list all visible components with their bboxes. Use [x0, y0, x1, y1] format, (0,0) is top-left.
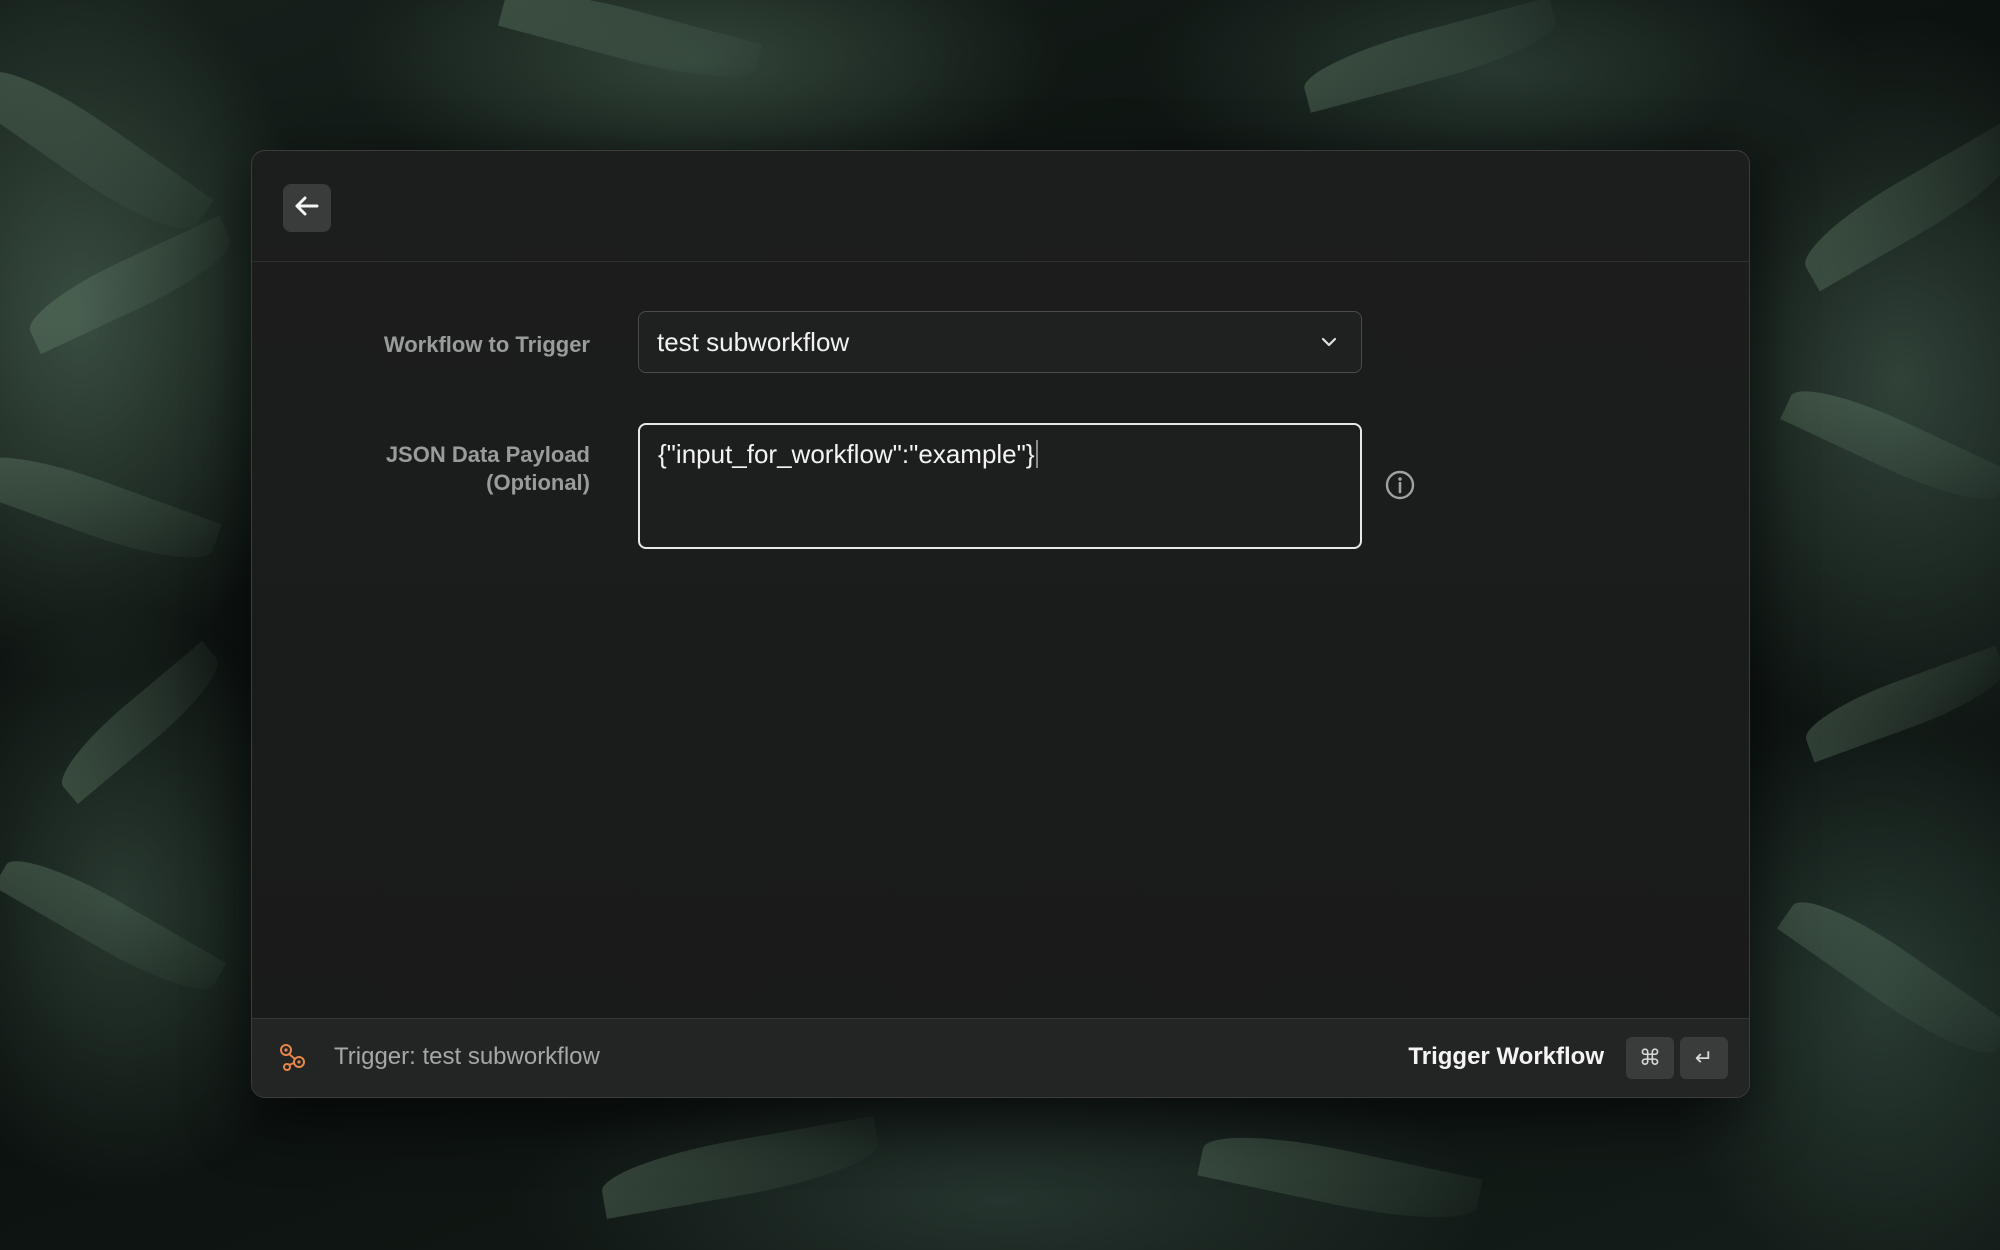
payload-textarea[interactable]: {"input_for_workflow":"example"} — [638, 423, 1362, 549]
payload-text: {"input_for_workflow":"example"} — [658, 439, 1035, 469]
back-button[interactable] — [283, 184, 331, 232]
return-key-badge: ↵ — [1680, 1037, 1728, 1079]
arrow-left-icon — [294, 195, 320, 222]
action-bar: Trigger: test subworkflow Trigger Workfl… — [252, 1018, 1749, 1097]
payload-label-line2: (Optional) — [486, 470, 590, 495]
footer-title: Trigger: test subworkflow — [334, 1043, 600, 1070]
workflow-gears-icon — [277, 1042, 309, 1074]
info-circle-icon[interactable] — [1384, 469, 1416, 501]
chevron-down-icon — [1309, 337, 1349, 347]
workflow-select[interactable]: test subworkflow — [638, 311, 1362, 373]
text-caret — [1035, 440, 1038, 468]
payload-label-line1: JSON Data Payload — [385, 442, 590, 467]
trigger-workflow-button[interactable]: Trigger Workflow — [1408, 1043, 1604, 1071]
window-header — [252, 151, 1749, 262]
command-key-badge: ⌘ — [1626, 1037, 1674, 1079]
workflow-select-value: test subworkflow — [657, 326, 850, 357]
trigger-workflow-window: Workflow to Trigger test subworkflow JSO… — [251, 150, 1750, 1098]
workflow-label: Workflow to Trigger — [383, 332, 590, 357]
payload-label: JSON Data Payload (Optional) — [290, 441, 590, 497]
